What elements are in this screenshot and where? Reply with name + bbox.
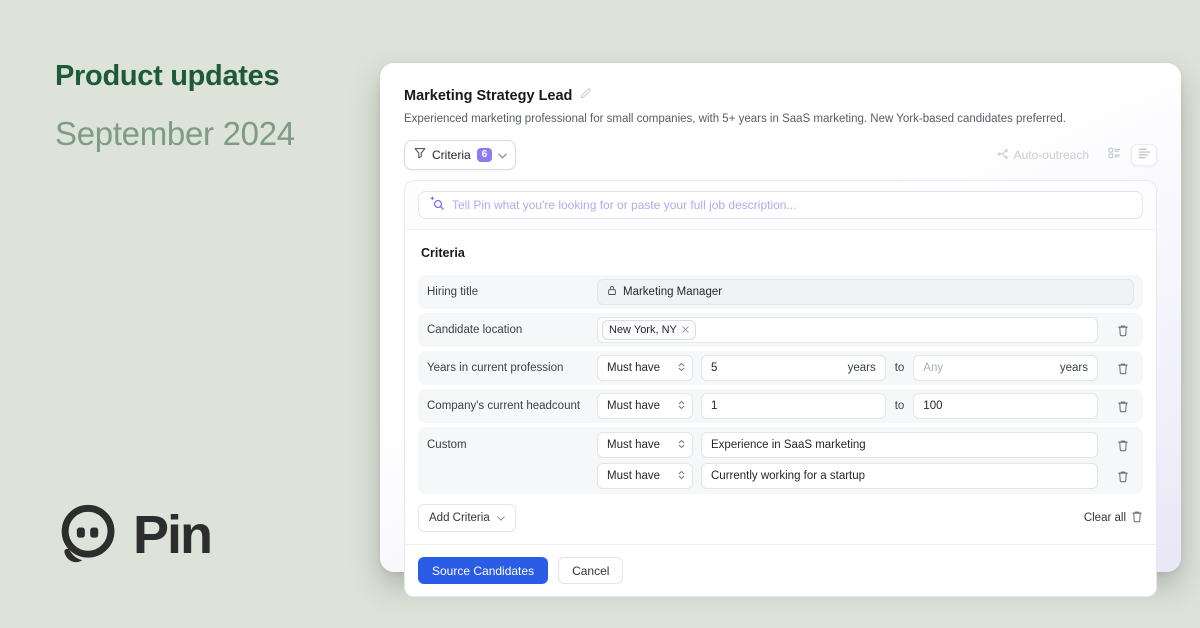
job-description: Experienced marketing professional for s… <box>404 113 1157 125</box>
years-to-placeholder: Any <box>923 362 943 374</box>
job-search-input[interactable] <box>452 198 1132 212</box>
operator-value: Must have <box>607 439 660 451</box>
left-column: Product updates September 2024 <box>55 60 295 153</box>
criteria-row-headcount: Company's current headcount Must have 1 … <box>418 389 1143 423</box>
custom-operator-select[interactable]: Must have <box>597 463 693 489</box>
years-from-input[interactable]: 5 years <box>701 355 886 381</box>
list-view-button[interactable] <box>1131 144 1157 166</box>
headcount-operator-select[interactable]: Must have <box>597 393 693 419</box>
custom-value: Currently working for a startup <box>711 470 865 482</box>
updown-chevron-icon <box>678 362 685 375</box>
clear-all-button[interactable]: Clear all <box>1084 510 1143 526</box>
view-toggle-group <box>1101 144 1157 166</box>
location-input[interactable]: New York, NY <box>597 317 1098 343</box>
kanban-view-icon <box>1108 146 1121 164</box>
delete-row-button[interactable] <box>1112 324 1134 337</box>
delete-row-button[interactable] <box>1112 470 1134 483</box>
years-from-suffix: years <box>848 362 876 374</box>
criteria-row-location: Candidate location New York, NY <box>418 313 1143 347</box>
brand-logo: Pin <box>55 500 211 575</box>
updown-chevron-icon <box>678 400 685 413</box>
chevron-down-icon <box>497 512 505 524</box>
criteria-row-years: Years in current profession Must have 5 … <box>418 351 1143 385</box>
row-label: Custom <box>427 432 597 451</box>
years-operator-select[interactable]: Must have <box>597 355 693 381</box>
operator-value: Must have <box>607 470 660 482</box>
custom-input[interactable]: Currently working for a startup <box>701 463 1098 489</box>
row-label: Candidate location <box>427 324 597 336</box>
search-box[interactable] <box>418 191 1143 219</box>
hiring-title-input: Marketing Manager <box>597 279 1134 305</box>
criteria-heading: Criteria <box>421 246 1143 260</box>
search-section <box>405 181 1156 229</box>
row-label: Years in current profession <box>427 362 597 374</box>
headcount-to-input[interactable]: 100 <box>913 393 1098 419</box>
custom-input[interactable]: Experience in SaaS marketing <box>701 432 1098 458</box>
auto-outreach-icon <box>997 148 1009 163</box>
auto-outreach-button[interactable]: Auto-outreach <box>997 148 1089 163</box>
criteria-count-badge: 6 <box>477 148 493 162</box>
page-subtitle: September 2024 <box>55 115 295 153</box>
ai-search-icon <box>429 195 444 215</box>
pin-logo-icon <box>55 500 119 575</box>
app-card: Marketing Strategy Lead Experienced mark… <box>380 63 1181 572</box>
custom-value: Experience in SaaS marketing <box>711 439 866 451</box>
updown-chevron-icon <box>678 470 685 483</box>
years-to-input[interactable]: Any years <box>913 355 1098 381</box>
add-criteria-button[interactable]: Add Criteria <box>418 504 516 532</box>
years-to-suffix: years <box>1060 362 1088 374</box>
years-from-value: 5 <box>711 362 717 374</box>
location-chip-label: New York, NY <box>609 324 677 336</box>
add-criteria-label: Add Criteria <box>429 512 490 524</box>
toolbar: Criteria 6 Auto-outreach <box>404 140 1157 170</box>
clear-all-label: Clear all <box>1084 512 1126 524</box>
row-label: Hiring title <box>427 286 597 298</box>
operator-value: Must have <box>607 400 660 412</box>
criteria-panel: Criteria Hiring title Marketing Manager <box>404 180 1157 597</box>
page-title: Product updates <box>55 60 295 93</box>
updown-chevron-icon <box>678 439 685 452</box>
lock-icon <box>607 285 617 299</box>
criteria-button-label: Criteria <box>432 148 471 162</box>
headcount-to-value: 100 <box>923 400 942 412</box>
brand-wordmark: Pin <box>133 508 211 568</box>
operator-value: Must have <box>607 362 660 374</box>
hiring-title-value: Marketing Manager <box>623 286 722 298</box>
trash-icon <box>1131 510 1143 526</box>
source-candidates-button[interactable]: Source Candidates <box>418 557 548 584</box>
cancel-button[interactable]: Cancel <box>558 557 623 584</box>
job-title: Marketing Strategy Lead <box>404 88 572 104</box>
headcount-from-input[interactable]: 1 <box>701 393 886 419</box>
criteria-row-hiring-title: Hiring title Marketing Manager <box>418 275 1143 309</box>
custom-operator-select[interactable]: Must have <box>597 432 693 458</box>
delete-row-button[interactable] <box>1112 362 1134 375</box>
row-label: Company's current headcount <box>427 400 597 412</box>
auto-outreach-label: Auto-outreach <box>1014 148 1089 162</box>
to-label: to <box>894 362 906 374</box>
delete-row-button[interactable] <box>1112 400 1134 413</box>
criteria-row-custom: Custom Must have Experience in SaaS mark… <box>418 427 1143 494</box>
list-view-icon <box>1138 146 1151 164</box>
criteria-dropdown-button[interactable]: Criteria 6 <box>404 140 516 170</box>
to-label: to <box>894 400 906 412</box>
delete-row-button[interactable] <box>1112 439 1134 452</box>
filter-funnel-icon <box>414 146 426 164</box>
headcount-from-value: 1 <box>711 400 717 412</box>
location-chip[interactable]: New York, NY <box>602 320 696 340</box>
chevron-down-icon <box>498 146 507 164</box>
kanban-view-button[interactable] <box>1101 144 1127 166</box>
chip-close-icon[interactable] <box>682 324 689 336</box>
edit-pencil-icon[interactable] <box>579 87 592 105</box>
